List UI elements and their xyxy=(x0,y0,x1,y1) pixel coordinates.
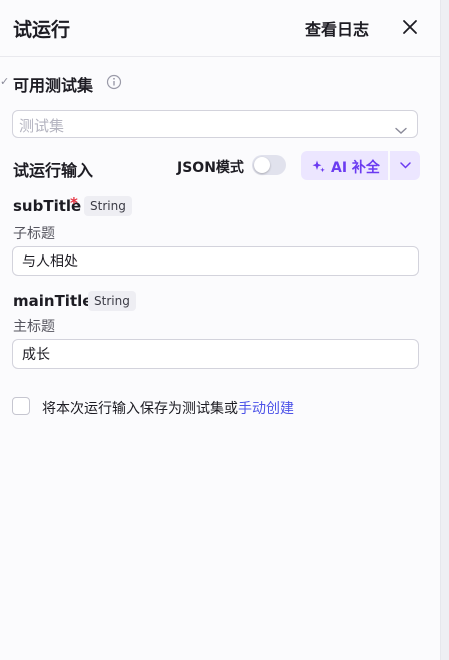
ai-fill-label: AI 补全 xyxy=(331,160,380,176)
field-description: 主标题 xyxy=(13,319,55,335)
field-name: mainTitle xyxy=(13,292,93,310)
collapse-indicator-icon: ✓ xyxy=(0,75,10,88)
close-icon[interactable] xyxy=(400,17,420,37)
subtitle-input[interactable] xyxy=(12,246,419,276)
manual-create-link[interactable]: 手动创建 xyxy=(238,401,294,417)
maintitle-input[interactable] xyxy=(12,339,419,369)
ai-fill-dropdown[interactable] xyxy=(390,151,420,180)
save-as-testset-label: 将本次运行输入保存为测试集或手动创建 xyxy=(42,398,294,418)
save-as-testset-checkbox[interactable] xyxy=(12,397,30,415)
field-description: 子标题 xyxy=(13,226,55,242)
toggle-knob xyxy=(254,157,270,173)
chevron-down-icon xyxy=(400,162,411,169)
chevron-down-icon xyxy=(395,120,407,134)
panel-title: 试运行 xyxy=(13,19,71,41)
required-marker: * xyxy=(70,194,78,212)
testset-section-title: 可用测试集 xyxy=(13,76,94,95)
save-text: 将本次运行输入保存为测试集或 xyxy=(42,401,238,417)
type-badge: String xyxy=(84,196,132,216)
testset-placeholder: 测试集 xyxy=(19,117,65,135)
json-mode-toggle[interactable] xyxy=(252,155,286,175)
ai-fill-button[interactable]: AI 补全 xyxy=(301,151,388,180)
type-badge: String xyxy=(88,291,136,311)
view-log-button[interactable]: 查看日志 xyxy=(305,16,369,40)
testset-select[interactable]: 测试集 xyxy=(12,110,418,138)
json-mode-label: JSON模式 xyxy=(177,160,244,176)
info-icon[interactable] xyxy=(106,74,122,90)
panel-header: 试运行 查看日志 xyxy=(0,0,440,57)
run-input-title: 试运行输入 xyxy=(13,161,94,180)
sparkle-icon xyxy=(312,158,326,173)
side-scroll-area xyxy=(440,0,449,660)
test-run-panel: 试运行 查看日志 ✓ 可用测试集 测试集 试运行输入 JSON模式 AI 补全 xyxy=(0,0,440,660)
